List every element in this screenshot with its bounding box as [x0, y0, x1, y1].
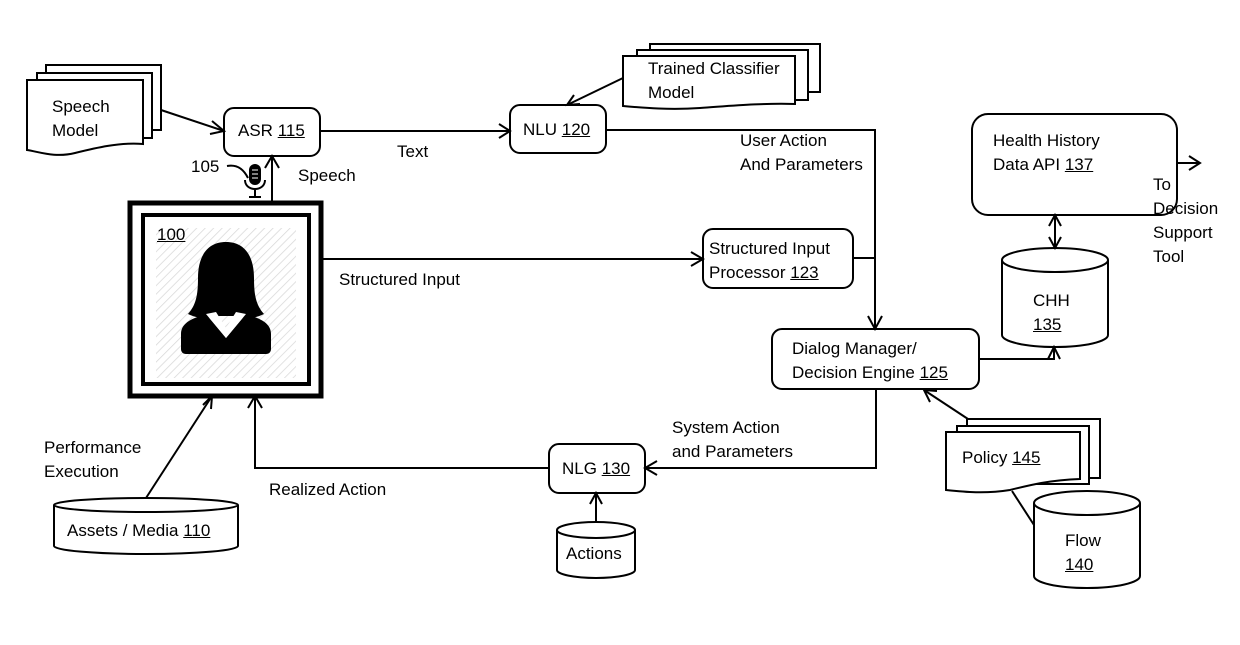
- edge-label-speech: Speech: [298, 166, 356, 185]
- nlg-label: NLG 130: [562, 459, 631, 478]
- flow-label: Flow 140: [1065, 531, 1101, 574]
- edge-label-system-action: System Action and Parameters: [672, 418, 793, 461]
- speech-model-label: Speech Model: [52, 97, 110, 140]
- dialog-manager-label: Dialog Manager/ Decision Engine 125: [792, 339, 948, 382]
- chh-label: CHH 135: [1033, 291, 1070, 334]
- nlu-label: NLU 120: [523, 120, 591, 139]
- policy-label: Policy 145: [962, 448, 1041, 467]
- asr-label: ASR 115: [238, 121, 305, 140]
- health-history-api-label: Health History Data API 137: [993, 131, 1100, 174]
- edge-label-text: Text: [397, 142, 429, 161]
- trained-classifier-label: Trained Classifier Model: [648, 59, 780, 102]
- microphone-ref-label: 105: [191, 157, 220, 176]
- microphone-icon: [244, 164, 266, 198]
- edge-label-performance-execution: Performance Execution: [44, 438, 142, 481]
- assets-media-label: Assets / Media 110: [67, 521, 211, 540]
- actions-label: Actions: [566, 544, 622, 563]
- edge-label-structured-input: Structured Input: [339, 270, 460, 289]
- structured-input-processor-label: Structured Input Processor 123: [709, 239, 830, 282]
- edge-label-realized-action: Realized Action: [269, 480, 387, 499]
- edge-label-to-decision-support: To Decision Support Tool: [1153, 175, 1219, 266]
- avatar-ref-label: 100: [157, 225, 186, 244]
- edge-label-user-action: User Action And Parameters: [740, 131, 863, 174]
